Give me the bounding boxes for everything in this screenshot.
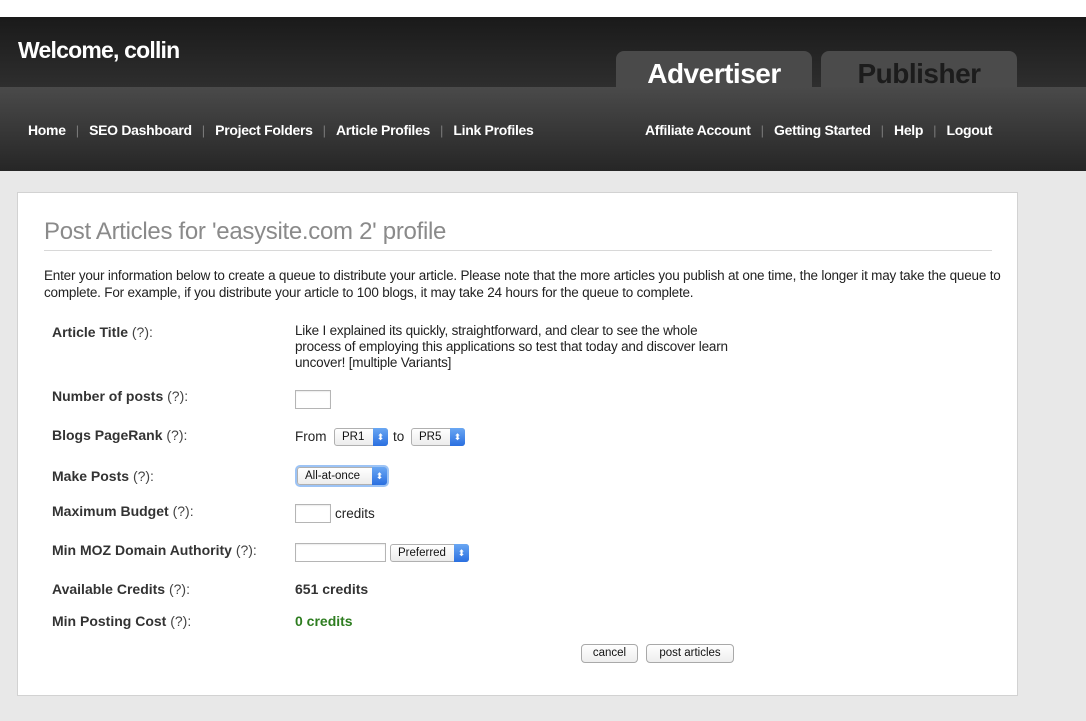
pagerank-from-select[interactable]: PR1 ⬍ bbox=[334, 428, 388, 446]
available-credits-help[interactable]: (?): bbox=[169, 581, 190, 597]
min-posting-cost-help[interactable]: (?): bbox=[170, 613, 191, 629]
header-bar: Welcome, collin Advertiser Publisher bbox=[0, 17, 1086, 91]
blogs-pagerank-label-text: Blogs PageRank bbox=[52, 427, 163, 443]
make-posts-help[interactable]: (?): bbox=[133, 468, 154, 484]
available-credits-value: 651 credits bbox=[295, 581, 369, 597]
nav-separator: | bbox=[933, 122, 937, 138]
nav-article-profiles[interactable]: Article Profiles bbox=[336, 122, 430, 138]
nav-home[interactable]: Home bbox=[28, 122, 66, 138]
page-title: Post Articles for 'easysite.com 2' profi… bbox=[44, 218, 447, 245]
nav-right: Affiliate Account | Getting Started | He… bbox=[645, 122, 992, 138]
available-credits-label-text: Available Credits bbox=[52, 581, 166, 597]
number-of-posts-input[interactable] bbox=[295, 390, 331, 409]
nav-link-profiles[interactable]: Link Profiles bbox=[453, 122, 533, 138]
nav-separator: | bbox=[760, 122, 764, 138]
post-articles-panel: Post Articles for 'easysite.com 2' profi… bbox=[17, 192, 1018, 696]
nav-separator: | bbox=[322, 122, 326, 138]
chevron-updown-icon: ⬍ bbox=[454, 544, 469, 562]
article-title-value: Like I explained its quickly, straightfo… bbox=[295, 323, 728, 370]
title-divider bbox=[44, 250, 992, 251]
min-moz-preference-select[interactable]: Preferred ⬍ bbox=[390, 544, 469, 562]
nav-logout[interactable]: Logout bbox=[947, 122, 993, 138]
nav-affiliate-account[interactable]: Affiliate Account bbox=[645, 122, 751, 138]
make-posts-select[interactable]: All-at-once ⬍ bbox=[297, 467, 387, 485]
nav-separator: | bbox=[75, 122, 80, 138]
min-moz-label-text: Min MOZ Domain Authority bbox=[52, 542, 232, 558]
nav-separator: | bbox=[201, 122, 206, 138]
maximum-budget-label: Maximum Budget (?): bbox=[52, 503, 194, 519]
number-of-posts-label-text: Number of posts bbox=[52, 388, 164, 404]
maximum-budget-label-text: Maximum Budget bbox=[52, 503, 169, 519]
article-title-help[interactable]: (?): bbox=[132, 324, 153, 340]
available-credits-label: Available Credits (?): bbox=[52, 581, 190, 597]
nav-separator: | bbox=[440, 122, 444, 138]
blogs-pagerank-label: Blogs PageRank (?): bbox=[52, 427, 187, 443]
chevron-updown-icon: ⬍ bbox=[450, 428, 465, 446]
min-posting-cost-value: 0 credits bbox=[295, 613, 353, 629]
cancel-button[interactable]: cancel bbox=[581, 644, 638, 663]
pagerank-from-value: PR1 bbox=[342, 431, 365, 443]
pagerank-to-text: to bbox=[393, 429, 405, 444]
nav-getting-started[interactable]: Getting Started bbox=[774, 122, 871, 138]
min-moz-input[interactable] bbox=[295, 543, 386, 562]
nav-separator: | bbox=[880, 122, 885, 138]
article-title-label: Article Title (?): bbox=[52, 324, 153, 340]
nav-left: Home | SEO Dashboard | Project Folders |… bbox=[28, 122, 534, 138]
maximum-budget-help[interactable]: (?): bbox=[173, 503, 194, 519]
make-posts-value: All-at-once bbox=[305, 470, 360, 482]
min-moz-preference-value: Preferred bbox=[398, 547, 446, 559]
maximum-budget-unit: credits bbox=[335, 506, 375, 521]
article-title-label-text: Article Title bbox=[52, 324, 128, 340]
tab-advertiser[interactable]: Advertiser bbox=[616, 51, 812, 91]
maximum-budget-input[interactable] bbox=[295, 504, 331, 523]
number-of-posts-label: Number of posts (?): bbox=[52, 388, 188, 404]
make-posts-label: Make Posts (?): bbox=[52, 468, 154, 484]
pagerank-from-text: From bbox=[295, 429, 327, 444]
intro-text: Enter your information below to create a… bbox=[44, 268, 1001, 300]
make-posts-label-text: Make Posts bbox=[52, 468, 130, 484]
welcome-text: Welcome, collin bbox=[18, 37, 180, 63]
nav-project-folders[interactable]: Project Folders bbox=[215, 122, 313, 138]
min-posting-cost-label: Min Posting Cost (?): bbox=[52, 613, 191, 629]
blogs-pagerank-help[interactable]: (?): bbox=[166, 427, 187, 443]
min-moz-label: Min MOZ Domain Authority (?): bbox=[52, 542, 257, 558]
pagerank-to-select[interactable]: PR5 ⬍ bbox=[411, 428, 465, 446]
tab-publisher[interactable]: Publisher bbox=[821, 51, 1017, 91]
nav-seo-dashboard[interactable]: SEO Dashboard bbox=[89, 122, 192, 138]
nav-bar: Home | SEO Dashboard | Project Folders |… bbox=[0, 87, 1086, 171]
chevron-updown-icon: ⬍ bbox=[373, 428, 388, 446]
post-articles-button[interactable]: post articles bbox=[646, 644, 734, 663]
min-moz-help[interactable]: (?): bbox=[236, 542, 257, 558]
min-posting-cost-label-text: Min Posting Cost bbox=[52, 613, 167, 629]
number-of-posts-help[interactable]: (?): bbox=[167, 388, 188, 404]
chevron-updown-icon: ⬍ bbox=[372, 467, 387, 485]
pagerank-to-value: PR5 bbox=[419, 431, 442, 443]
nav-help[interactable]: Help bbox=[894, 122, 923, 138]
